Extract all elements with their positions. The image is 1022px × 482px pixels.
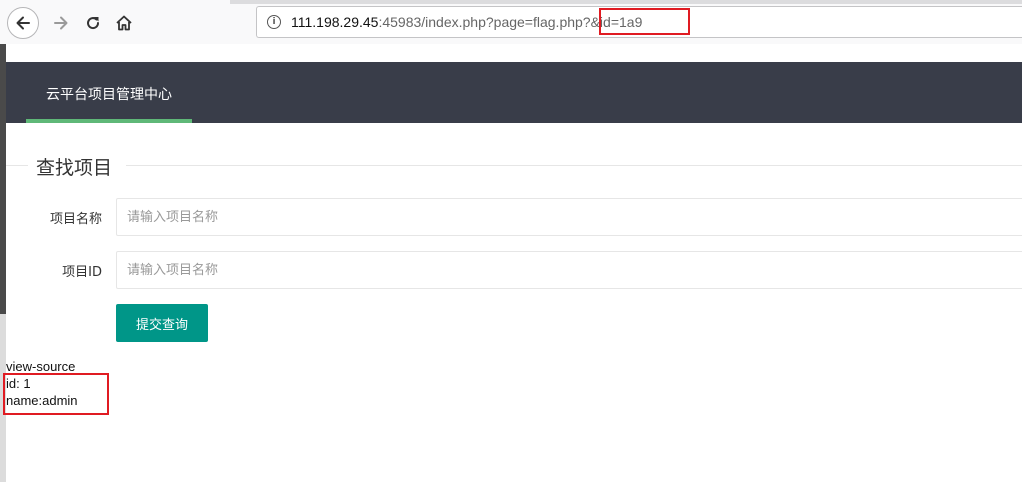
header-title[interactable]: 云平台项目管理中心 — [46, 84, 172, 104]
forward-button[interactable] — [45, 7, 77, 39]
project-id-label: 项目ID — [62, 265, 102, 280]
page-header: 云平台项目管理中心 — [6, 62, 1022, 123]
browser-toolbar: i 111.198.29.45:45983/index.php?page=fla… — [0, 0, 1022, 44]
fieldset-legend: 查找项目 — [36, 157, 113, 179]
back-button[interactable] — [7, 7, 39, 39]
fieldset-line — [126, 165, 1022, 166]
toolbar-divider — [230, 0, 1022, 4]
fieldset-line — [6, 165, 28, 166]
home-button[interactable] — [108, 7, 140, 39]
home-icon — [116, 15, 132, 31]
project-name-input[interactable] — [116, 198, 1022, 236]
project-id-input[interactable] — [116, 251, 1022, 289]
reload-icon — [87, 17, 100, 30]
reload-button[interactable] — [77, 7, 109, 39]
url-param-highlight-box — [599, 8, 690, 35]
info-icon[interactable]: i — [267, 15, 281, 29]
back-arrow-icon — [16, 16, 30, 30]
url-host: 111.198.29.45 — [291, 14, 379, 30]
url-text: 111.198.29.45:45983/index.php?page=flag.… — [291, 14, 642, 30]
result-highlight-box — [3, 373, 109, 415]
project-name-label: 项目名称 — [49, 212, 102, 227]
active-nav-indicator — [26, 119, 192, 123]
submit-query-button[interactable]: 提交查询 — [116, 304, 208, 342]
forward-arrow-icon — [54, 16, 68, 30]
